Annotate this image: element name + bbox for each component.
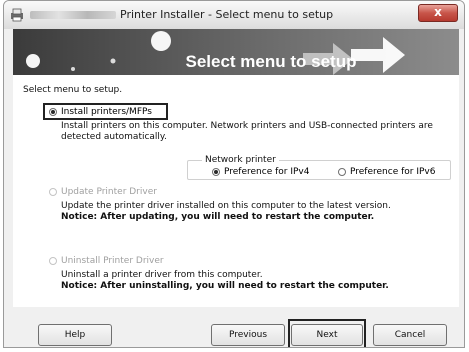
update-notice: Notice: After updating, you will need to… xyxy=(61,212,375,222)
instruction-text: Select menu to setup. xyxy=(23,85,123,95)
ipv4-option[interactable]: Preference for IPv4 xyxy=(212,167,309,177)
ipv4-radio[interactable] xyxy=(212,168,220,176)
option-label: Install printers/MFPs xyxy=(61,107,152,117)
cancel-button[interactable]: Cancel xyxy=(373,324,447,346)
option-install-printers[interactable]: Install printers/MFPs xyxy=(49,107,152,117)
help-button[interactable]: Help xyxy=(38,324,112,346)
close-button[interactable]: x xyxy=(418,4,458,22)
banner-title: Select menu to setup xyxy=(185,52,357,71)
header-banner: Select menu to setup xyxy=(13,29,459,75)
obscured-title-text xyxy=(30,11,116,19)
option-label: Uninstall Printer Driver xyxy=(61,256,164,266)
installer-window: Printer Installer - Select menu to setup… xyxy=(3,0,465,348)
network-printer-legend: Network printer xyxy=(202,155,279,165)
uninstall-notice: Notice: After uninstalling, you will nee… xyxy=(61,281,389,291)
option-update-driver[interactable]: Update Printer Driver xyxy=(49,187,157,197)
install-radio[interactable] xyxy=(49,108,57,116)
update-description: Update the printer driver installed on t… xyxy=(61,201,391,211)
uninstall-radio[interactable] xyxy=(49,257,57,265)
ipv6-radio[interactable] xyxy=(338,168,346,176)
ipv6-option[interactable]: Preference for IPv6 xyxy=(338,167,435,177)
uninstall-description: Uninstall a printer driver from this com… xyxy=(61,270,263,280)
printer-app-icon xyxy=(11,8,23,22)
update-radio[interactable] xyxy=(49,188,57,196)
next-button[interactable]: Next xyxy=(291,324,363,346)
ipv6-label: Preference for IPv6 xyxy=(350,167,436,177)
network-printer-group: Network printer Preference for IPv4 Pref… xyxy=(187,155,451,180)
install-description: Install printers on this computer. Netwo… xyxy=(61,121,433,142)
content-panel: Select menu to setup. Install printers/M… xyxy=(13,75,459,307)
option-uninstall-driver[interactable]: Uninstall Printer Driver xyxy=(49,256,164,266)
previous-button[interactable]: Previous xyxy=(211,324,285,346)
option-label: Update Printer Driver xyxy=(61,187,157,197)
title-bar: Printer Installer - Select menu to setup… xyxy=(4,1,464,29)
window-title: Printer Installer - Select menu to setup xyxy=(120,8,334,21)
ipv4-label: Preference for IPv4 xyxy=(224,167,310,177)
